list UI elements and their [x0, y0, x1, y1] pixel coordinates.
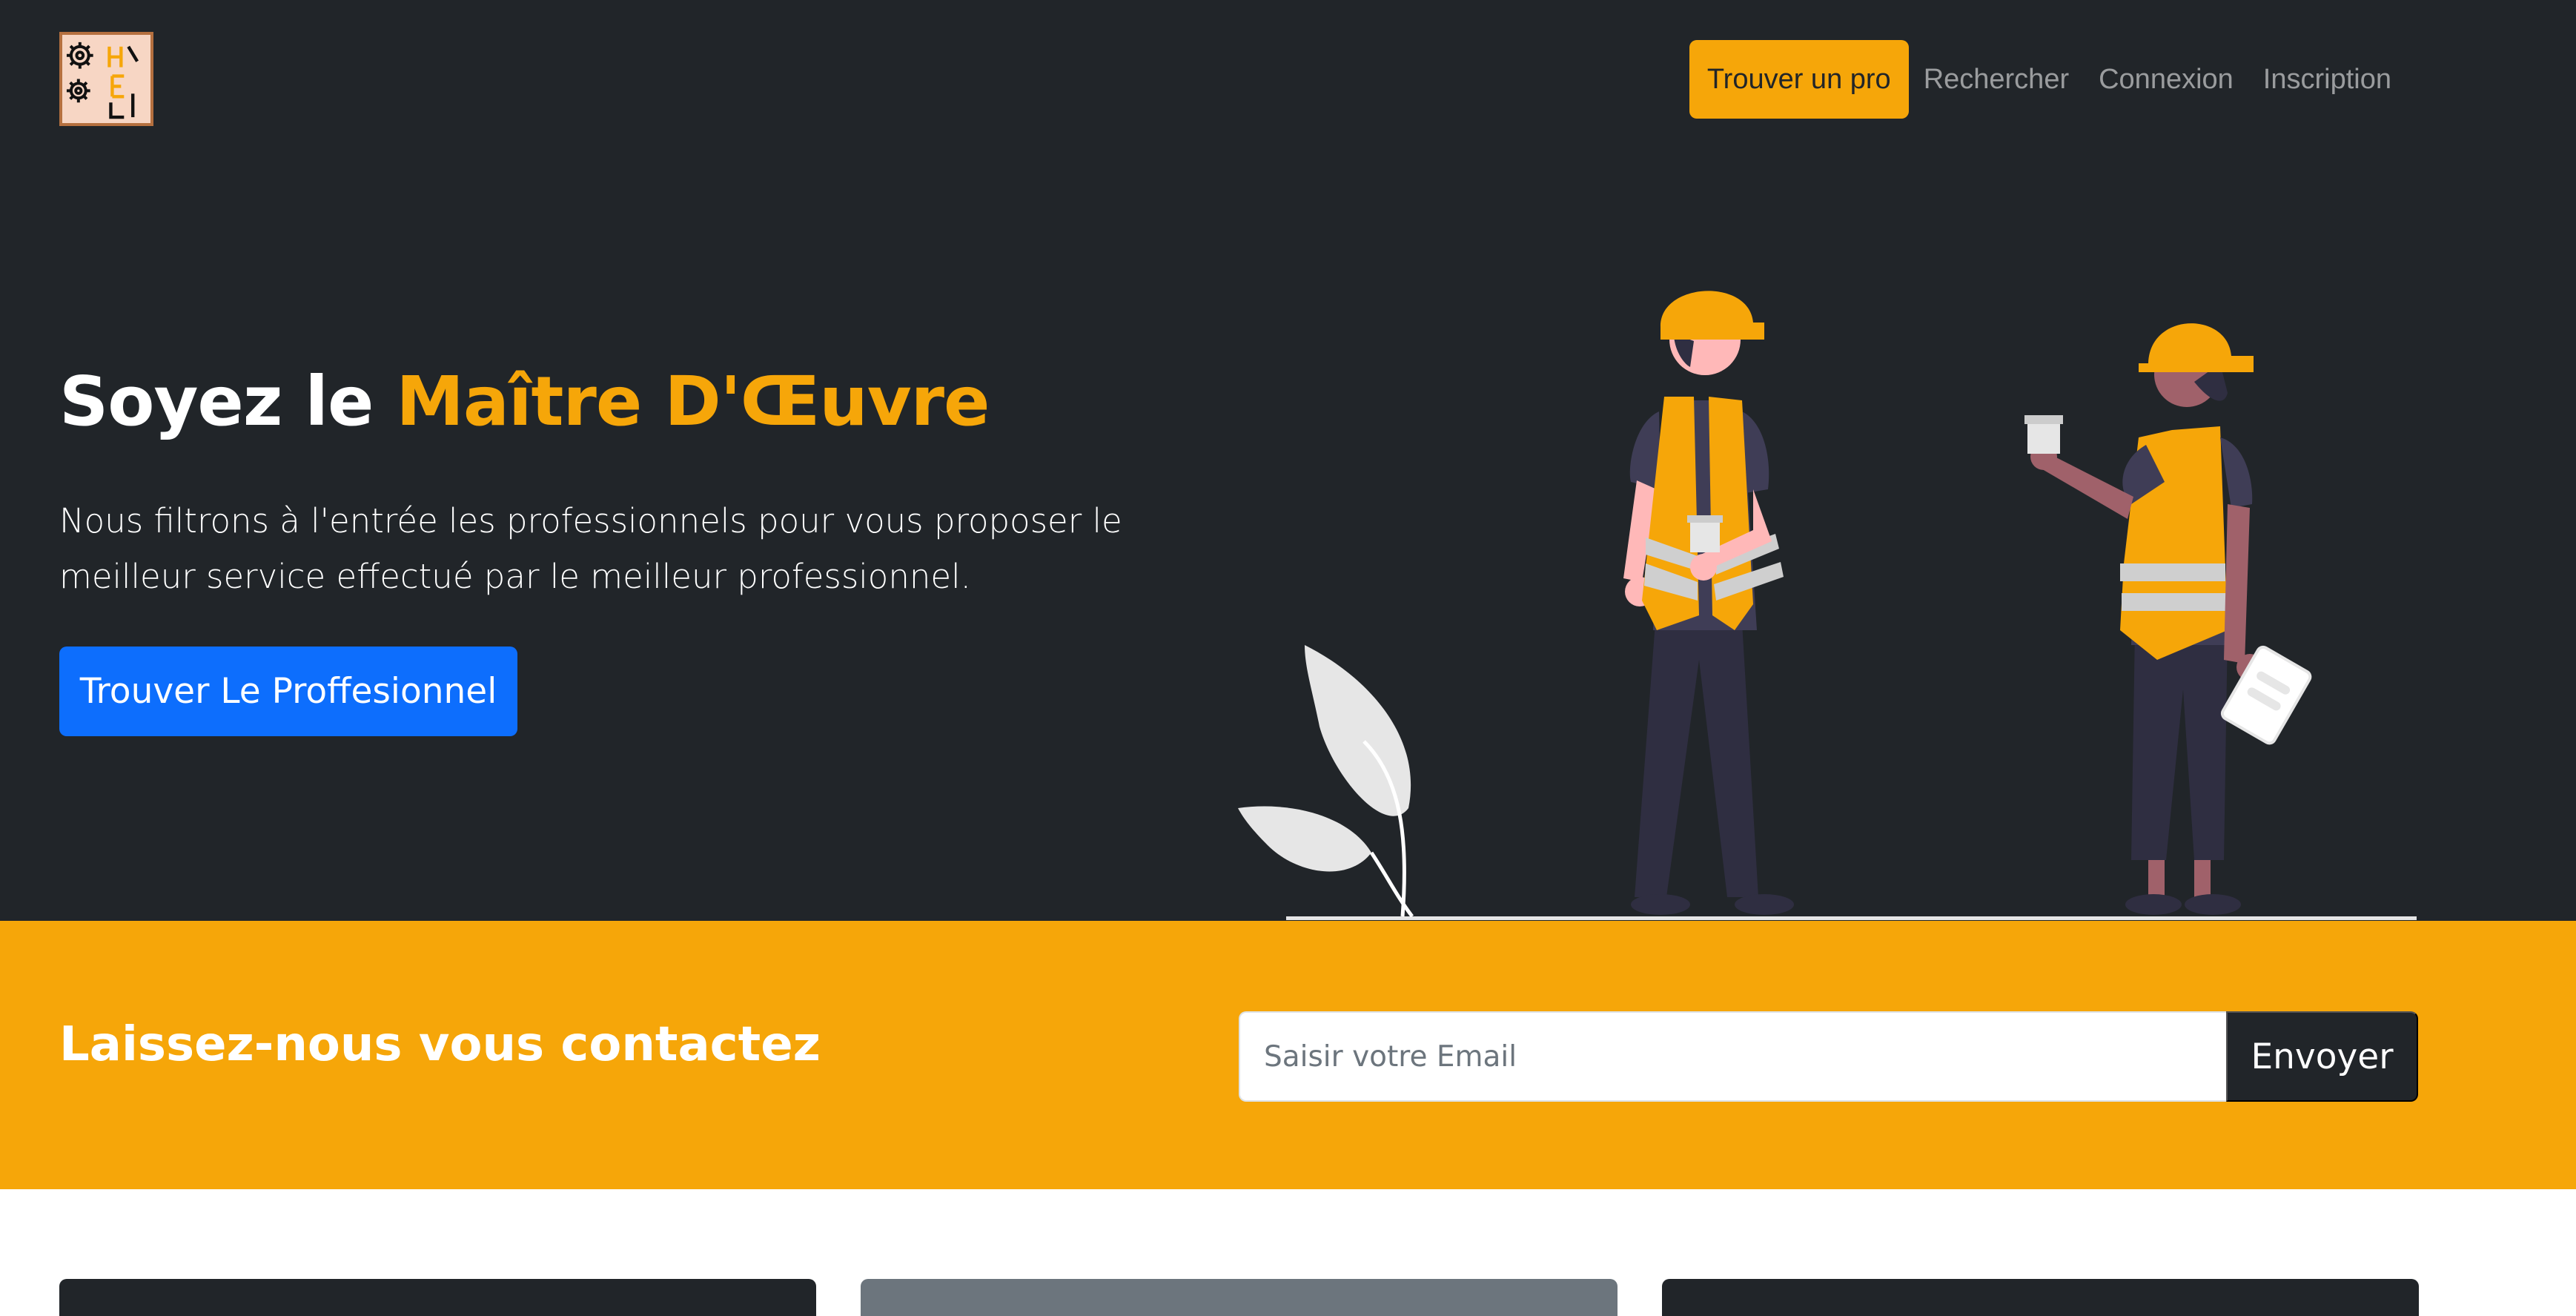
hero-title-prefix: Soyez le: [59, 362, 374, 441]
hero-section: Trouver un pro Rechercher Connexion Insc…: [0, 0, 2576, 921]
plant-icon: [1238, 645, 1414, 918]
contact-title: Laissez-nous vous contactez: [59, 1017, 821, 1072]
nav-item-trouver-un-pro[interactable]: Trouver un pro: [1689, 40, 1909, 119]
hero-title: Soyez le Maître D'Œuvre: [59, 362, 990, 441]
email-input[interactable]: [1239, 1011, 2226, 1102]
main-nav: Trouver un pro Rechercher Connexion Insc…: [1689, 40, 2406, 119]
nav-item-connexion[interactable]: Connexion: [2084, 40, 2248, 119]
hero-lead-text: Nous filtrons à l'entrée les professionn…: [59, 501, 1122, 596]
find-professional-button[interactable]: Trouver Le Proffesionnel: [59, 647, 517, 736]
gear-logo-icon: [62, 35, 150, 123]
card-1: [59, 1279, 816, 1316]
site-logo[interactable]: [59, 32, 153, 126]
nav-item-rechercher[interactable]: Rechercher: [1909, 40, 2084, 119]
worker-right-figure: [2024, 323, 2312, 915]
nav-item-inscription[interactable]: Inscription: [2248, 40, 2406, 119]
card-2: [861, 1279, 1618, 1316]
hero-title-accent: Maître D'Œuvre: [396, 362, 990, 441]
construction-workers-illustration: [1238, 291, 2417, 920]
contact-section: Laissez-nous vous contactez Envoyer: [0, 921, 2576, 1189]
card-3: [1662, 1279, 2419, 1316]
send-button[interactable]: Envoyer: [2226, 1011, 2418, 1102]
worker-left-figure: [1623, 291, 1794, 915]
